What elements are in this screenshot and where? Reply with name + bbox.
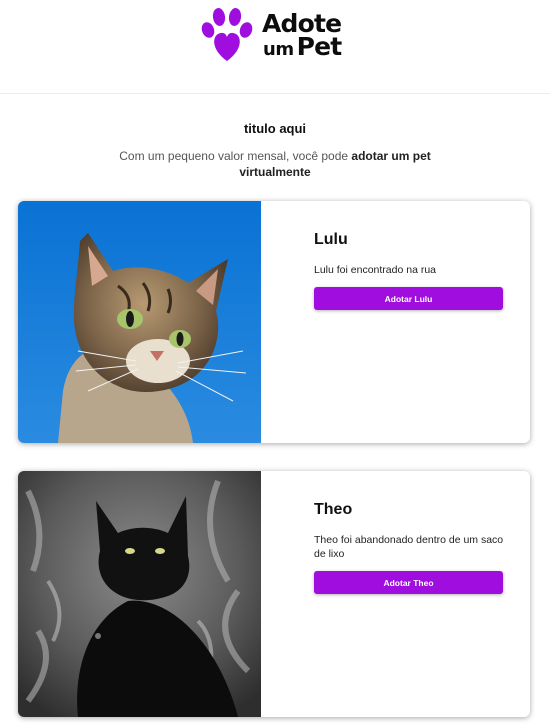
- pet-description: Theo foi abandonado dentro de um saco de…: [314, 534, 504, 560]
- pet-card-body: Lulu Lulu foi encontrado na rua Adotar L…: [314, 231, 504, 310]
- black-cat-photo: [18, 471, 261, 717]
- brand-logo[interactable]: Adote um Pet: [196, 6, 343, 64]
- page-subtitle: Com um pequeno valor mensal, você pode a…: [100, 148, 450, 180]
- brand-name-line2: um Pet: [262, 32, 343, 61]
- tabby-cat-photo: [18, 201, 261, 443]
- pet-card-lulu: Lulu Lulu foi encontrado na rua Adotar L…: [18, 201, 530, 443]
- paw-heart-icon: [201, 8, 253, 61]
- pet-name: Theo: [314, 501, 353, 518]
- pet-name: Lulu: [314, 231, 348, 248]
- brand-name-um: um: [263, 39, 294, 60]
- brand-name-pet: Pet: [296, 32, 343, 61]
- pet-card-theo: Theo Theo foi abandonado dentro de um sa…: [18, 471, 530, 717]
- subtitle-text: Com um pequeno valor mensal, você pode: [119, 149, 352, 163]
- adopt-theo-button[interactable]: Adotar Theo: [314, 571, 503, 594]
- site-header: Adote um Pet: [0, 0, 550, 94]
- brand-wordmark: Adote um Pet: [262, 11, 343, 61]
- page-title: titulo aqui: [243, 121, 307, 136]
- pet-card-body: Theo Theo foi abandonado dentro de um sa…: [314, 501, 504, 594]
- pet-description: Lulu foi encontrado na rua: [314, 264, 437, 276]
- adopt-lulu-button[interactable]: Adotar Lulu: [314, 287, 503, 310]
